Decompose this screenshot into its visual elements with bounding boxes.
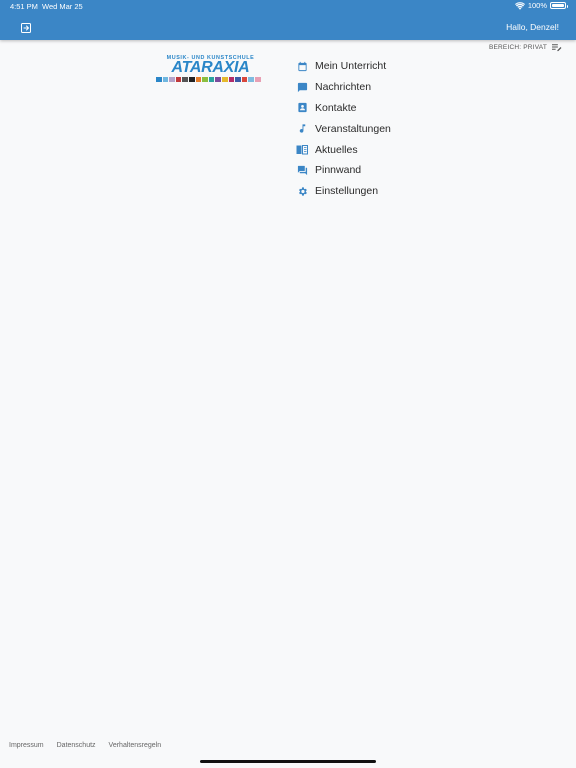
app-header: 4:51 PM Wed Mar 25 100% Hallo, Denzel!	[0, 0, 576, 40]
verhaltensregeln-link[interactable]: Verhaltensregeln	[109, 742, 162, 749]
menu-item-label: Aktuelles	[315, 143, 358, 156]
area-selector[interactable]: BEREICH: PRIVAT	[489, 43, 562, 52]
menu-item-pinnwand[interactable]: Pinnwand	[296, 160, 391, 181]
menu-item-veranstaltungen[interactable]: Veranstaltungen	[296, 118, 391, 139]
area-label: BEREICH: PRIVAT	[488, 44, 547, 51]
logout-icon	[21, 23, 31, 33]
music-note-icon	[299, 124, 305, 133]
menu-item-einstellungen[interactable]: Einstellungen	[296, 181, 391, 202]
battery-icon	[550, 2, 568, 9]
datenschutz-link[interactable]: Datenschutz	[57, 742, 96, 749]
playlist-edit-icon	[552, 44, 562, 52]
menu-item-mein-unterricht[interactable]: Mein Unterricht	[296, 56, 391, 77]
logout-button[interactable]	[20, 21, 32, 33]
menu-item-label: Kontakte	[315, 101, 357, 114]
logo-color-strip	[156, 77, 261, 82]
logo-name: ATARAXIA	[171, 59, 250, 76]
main-menu: Mein Unterricht Nachrichten Kontakte Ver…	[296, 56, 391, 202]
school-logo: MUSIK- UND KUNSTSCHULE ATARAXIA	[156, 55, 265, 85]
menu-item-kontakte[interactable]: Kontakte	[296, 98, 391, 119]
battery-fill	[552, 4, 564, 7]
impressum-link[interactable]: Impressum	[9, 742, 44, 749]
menu-item-aktuelles[interactable]: Aktuelles	[296, 139, 391, 160]
menu-item-label: Mein Unterricht	[315, 60, 387, 73]
status-date: Wed Mar 25	[42, 2, 83, 11]
status-time: 4:51 PM	[10, 2, 38, 11]
wifi-icon	[514, 1, 525, 10]
gear-icon	[298, 187, 307, 196]
calendar-icon	[297, 61, 307, 71]
menu-item-label: Veranstaltungen	[315, 122, 391, 135]
forum-icon	[297, 165, 307, 175]
status-indicators: 100%	[514, 1, 568, 10]
book-icon	[296, 145, 308, 155]
menu-item-label: Nachrichten	[315, 81, 372, 94]
contact-icon	[297, 103, 307, 113]
home-indicator	[200, 760, 376, 763]
battery-percent: 100%	[527, 1, 547, 10]
menu-item-label: Pinnwand	[315, 164, 362, 177]
greeting-text: Hallo, Denzel!	[506, 22, 559, 32]
menu-item-label: Einstellungen	[315, 185, 379, 198]
footer-links: Impressum Datenschutz Verhaltensregeln	[9, 742, 161, 749]
chat-icon	[297, 82, 307, 92]
menu-item-nachrichten[interactable]: Nachrichten	[296, 77, 391, 98]
